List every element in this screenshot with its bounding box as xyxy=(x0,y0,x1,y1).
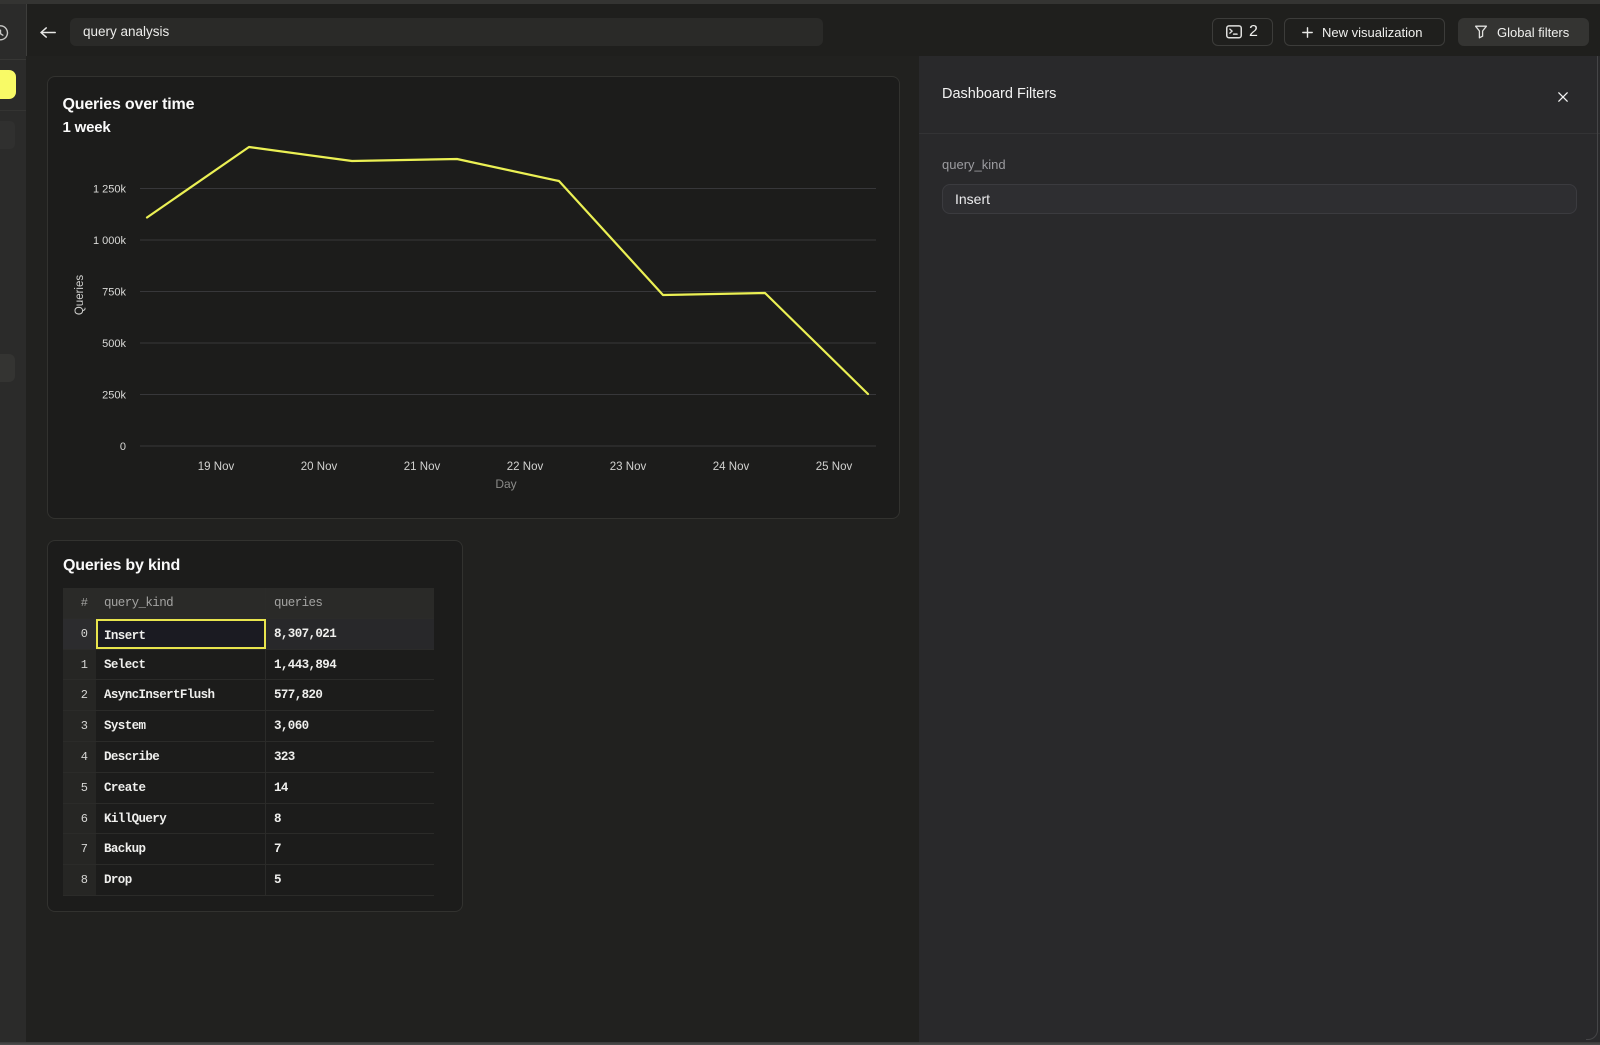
svg-text:19 Nov: 19 Nov xyxy=(198,461,235,473)
svg-text:Day: Day xyxy=(495,477,516,491)
svg-text:750k: 750k xyxy=(102,287,126,299)
svg-text:250k: 250k xyxy=(102,390,126,402)
svg-text:1 250k: 1 250k xyxy=(93,184,127,196)
svg-text:22 Nov: 22 Nov xyxy=(507,461,544,473)
svg-text:500k: 500k xyxy=(102,338,126,350)
svg-text:25 Nov: 25 Nov xyxy=(816,461,853,473)
svg-text:20 Nov: 20 Nov xyxy=(301,461,338,473)
svg-text:21 Nov: 21 Nov xyxy=(404,461,441,473)
svg-text:23 Nov: 23 Nov xyxy=(610,461,647,473)
svg-text:24 Nov: 24 Nov xyxy=(713,461,750,473)
svg-text:0: 0 xyxy=(120,441,126,453)
svg-text:1 000k: 1 000k xyxy=(93,235,127,247)
svg-text:Queries: Queries xyxy=(74,275,86,316)
